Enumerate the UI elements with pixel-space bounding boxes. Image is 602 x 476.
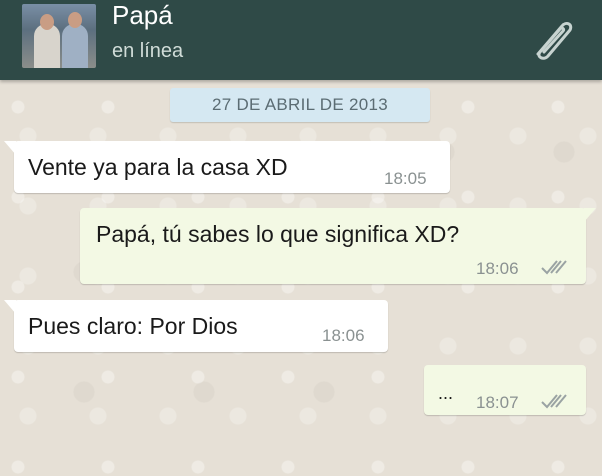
message-text: Vente ya para la casa XD [28,154,288,180]
contact-name[interactable]: Papá [112,0,173,31]
avatar-head-left [40,14,54,30]
message-incoming[interactable]: Pues claro: Por Dios 18:06 [4,300,388,352]
message-incoming[interactable]: Vente ya para la casa XD 18:05 [4,141,450,193]
avatar-head-right [68,12,82,28]
message-time: 18:05 [384,169,427,188]
double-check-icon [541,394,567,409]
message-text: Papá, tú sabes lo que significa XD? [96,221,460,247]
message-outgoing[interactable]: ... 18:07 [424,365,586,415]
avatar-person-left [34,24,60,68]
avatar-person-right [62,24,88,68]
date-badge: 27 DE ABRIL DE 2013 [170,88,430,122]
message-time: 18:06 [322,326,365,345]
message-time: 18:07 [476,393,519,412]
bubble-tail [584,208,596,222]
avatar[interactable] [22,4,96,68]
chat-header[interactable]: Papá en línea [0,0,602,80]
bubble-tail [4,141,16,155]
message-text: ... [438,383,454,403]
paperclip-icon[interactable] [522,14,578,64]
message-outgoing[interactable]: Papá, tú sabes lo que significa XD? 18:0… [80,208,596,284]
message-time: 18:06 [476,259,519,278]
double-check-icon [541,260,567,275]
contact-status: en línea [112,40,184,62]
bubble-tail [4,300,16,314]
message-text: Pues claro: Por Dios [28,313,238,339]
